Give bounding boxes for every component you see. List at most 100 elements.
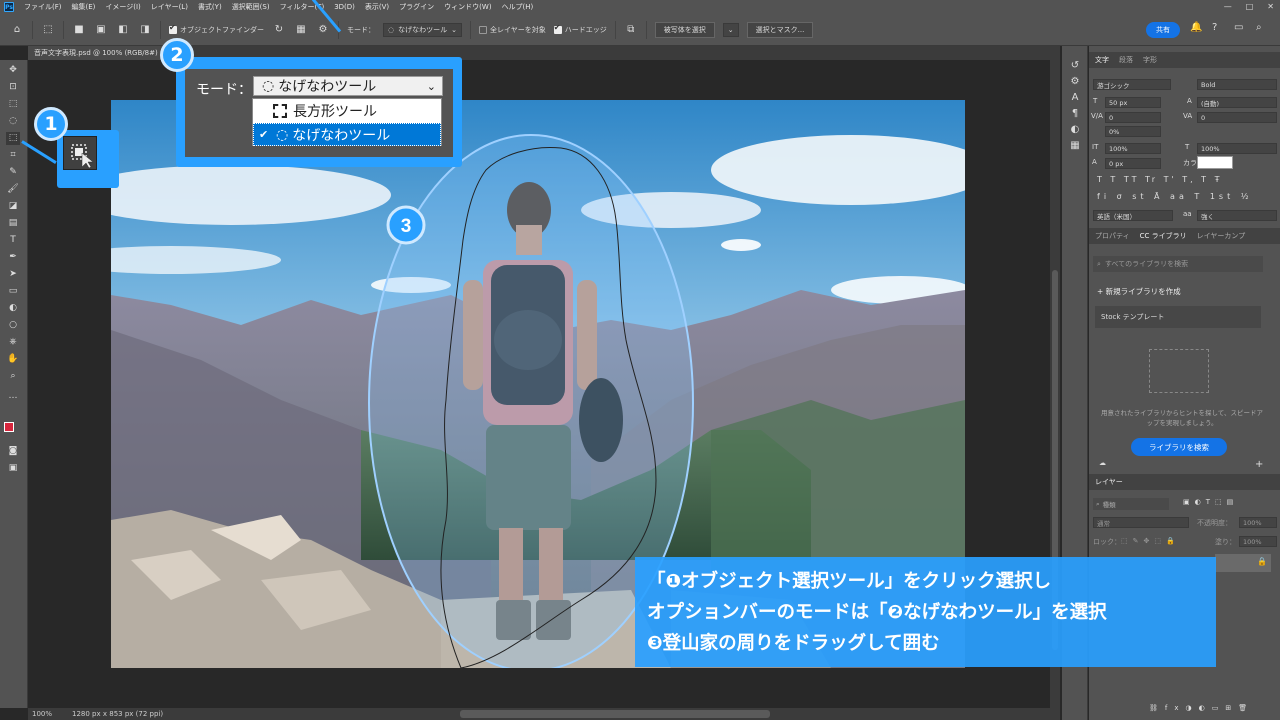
lasso-tool-icon[interactable]: ◌ — [6, 115, 20, 128]
gradient-tool-icon[interactable]: ▤ — [6, 217, 20, 230]
menu-image[interactable]: イメージ(I) — [105, 2, 140, 12]
mode-option-rectangle[interactable]: 長方形ツール — [253, 99, 441, 122]
type-tool-icon[interactable]: T — [6, 234, 20, 247]
horizontal-scrollbar[interactable] — [460, 710, 770, 718]
library-search-input[interactable]: ⌕ すべてのライブラリを検索 — [1093, 256, 1263, 272]
photoshop-logo-icon[interactable]: Ps — [4, 2, 14, 12]
opacity-field[interactable]: 100% — [1239, 517, 1277, 528]
properties-icon[interactable]: ⚙ — [1069, 76, 1081, 88]
more-tools-icon[interactable]: … — [6, 390, 20, 403]
layer-kind-filter[interactable]: ⌕ 種類 — [1093, 498, 1169, 510]
tab-character[interactable]: 文字 — [1095, 55, 1109, 65]
move-tool-icon[interactable]: ✥ — [6, 64, 20, 77]
mode-select-enlarged[interactable]: ◌ なげなわツール ⌄ — [253, 76, 443, 96]
layer-action-icons[interactable]: ⛓fx◑◐▭⊞🗑 — [1149, 704, 1254, 712]
select-subject-button[interactable]: 被写体を選択 — [654, 21, 715, 38]
paragraph-icon[interactable]: ¶ — [1069, 108, 1081, 120]
foreground-color-swatch[interactable] — [4, 422, 14, 432]
menu-help[interactable]: ヘルプ(H) — [502, 2, 534, 12]
overlay-icon[interactable]: ▦ — [294, 23, 308, 37]
menu-view[interactable]: 表示(V) — [365, 2, 389, 12]
new-library-button[interactable]: + 新規ライブラリを作成 — [1097, 286, 1181, 297]
help-icon[interactable]: ? — [1212, 22, 1217, 33]
share-button[interactable]: 共有 — [1146, 22, 1180, 38]
tsume-field[interactable]: 0% — [1105, 126, 1161, 137]
search-icon[interactable]: ⌕ — [1256, 22, 1262, 33]
add-selection-icon[interactable]: ▣ — [94, 23, 108, 37]
layer-filter-icons[interactable]: ▣◐T⬚▤ — [1183, 498, 1238, 506]
zoom-tool-icon[interactable]: ⌕ — [6, 370, 20, 383]
add-icon[interactable]: + — [1255, 459, 1263, 470]
maximize-icon[interactable]: □ — [1246, 2, 1254, 11]
baseline-field[interactable]: 0 px — [1105, 158, 1161, 169]
home-icon[interactable]: ⌂ — [10, 23, 24, 37]
bell-icon[interactable]: 🔔 — [1190, 22, 1202, 33]
all-layers-checkbox[interactable]: 全レイヤーを対象 — [478, 25, 546, 35]
opentype-buttons[interactable]: fi σ st Ā aa T 1st ½ — [1097, 192, 1253, 201]
crop-tool-icon[interactable]: ⌗ — [6, 149, 20, 162]
artboard-tool-icon[interactable]: ⊡ — [6, 81, 20, 94]
search-library-button[interactable]: ライブラリを検索 — [1131, 438, 1227, 456]
select-subject-dropdown[interactable]: ⌄ — [722, 22, 739, 37]
minimize-icon[interactable]: — — [1224, 2, 1232, 11]
select-and-mask-button[interactable]: 選択とマスク... — [746, 21, 814, 38]
menu-window[interactable]: ウィンドウ(W) — [444, 2, 491, 12]
hard-edge-checkbox[interactable]: ハードエッジ — [553, 23, 607, 35]
menu-plugins[interactable]: プラグイン — [399, 2, 434, 12]
intersect-selection-icon[interactable]: ◨ — [138, 23, 152, 37]
eraser-tool-icon[interactable]: ◪ — [6, 200, 20, 213]
tab-paragraph[interactable]: 段落 — [1119, 55, 1133, 65]
paint-bucket-tool-icon[interactable]: ◐ — [6, 302, 20, 315]
tracking-field[interactable]: 0 — [1197, 112, 1277, 123]
character-icon[interactable]: A — [1069, 92, 1081, 104]
eyedropper-tool-icon[interactable]: ✎ — [6, 166, 20, 179]
menu-file[interactable]: ファイル(F) — [24, 2, 62, 12]
document-tab[interactable]: 音声文字表現.psd @ 100% (RGB/8#) — [28, 46, 164, 60]
subtract-selection-icon[interactable]: ◧ — [116, 23, 130, 37]
fill-field[interactable]: 100% — [1239, 536, 1277, 547]
menu-select[interactable]: 選択範囲(S) — [232, 2, 270, 12]
vertical-scale-field[interactable]: 100% — [1105, 143, 1161, 154]
tab-cc-libraries[interactable]: CC ライブラリ — [1140, 231, 1187, 241]
refresh-icon[interactable]: ↻ — [272, 23, 286, 37]
font-style-dropdown[interactable]: Bold — [1197, 79, 1277, 90]
antialias-dropdown[interactable]: 強く — [1197, 210, 1277, 221]
mode-dropdown[interactable]: ◌ なげなわツール ⌄ — [383, 22, 462, 37]
hand-tool-icon[interactable]: ✋ — [6, 353, 20, 366]
menu-layer[interactable]: レイヤー(L) — [151, 2, 188, 12]
tab-layers[interactable]: レイヤー — [1095, 477, 1123, 487]
font-size-field[interactable]: 50 px — [1105, 97, 1161, 108]
quick-mask-icon[interactable]: ◙ — [6, 445, 20, 458]
leading-field[interactable]: (自動) — [1197, 97, 1277, 108]
marquee-tool-icon[interactable]: ⬚ — [6, 98, 20, 111]
menu-edit[interactable]: 編集(E) — [72, 2, 96, 12]
pen-tool-icon[interactable]: ✒ — [6, 251, 20, 264]
brush-tool-icon[interactable]: 🖌 — [6, 183, 20, 196]
text-style-buttons[interactable]: T T TT Tr T' T, T Ŧ — [1097, 175, 1223, 184]
tab-glyphs[interactable]: 字形 — [1143, 55, 1157, 65]
sample-all-icon[interactable]: ⧉ — [624, 23, 638, 37]
object-selection-tool-icon[interactable]: ⬚ — [6, 132, 20, 145]
mode-option-lasso[interactable]: ✔ ◌ なげなわツール — [253, 123, 441, 146]
tab-properties[interactable]: プロパティ — [1095, 231, 1130, 241]
menu-type[interactable]: 書式(Y) — [198, 2, 222, 12]
cloud-icon[interactable]: ☁ — [1099, 459, 1106, 467]
stamp-tool-icon[interactable]: ⎈ — [6, 336, 20, 349]
screen-mode-icon[interactable]: ▣ — [6, 462, 20, 475]
rectangle-tool-icon[interactable]: ▭ — [6, 285, 20, 298]
horizontal-scale-field[interactable]: 100% — [1197, 143, 1277, 154]
adjustments-icon[interactable]: ◐ — [1069, 124, 1081, 136]
tab-layer-comps[interactable]: レイヤーカンプ — [1197, 231, 1246, 241]
swatches-icon[interactable]: ▦ — [1069, 140, 1081, 152]
menu-3d[interactable]: 3D(D) — [334, 3, 355, 11]
tool-preset-icon[interactable]: ⬚ — [41, 23, 55, 37]
new-selection-icon[interactable]: ■ — [72, 23, 86, 37]
text-color-swatch[interactable] — [1197, 156, 1233, 169]
blend-mode-dropdown[interactable]: 通常 — [1093, 517, 1189, 528]
layer-row[interactable]: 🔒 — [1215, 554, 1271, 572]
language-dropdown[interactable]: 英語（米国） — [1093, 210, 1173, 221]
path-selection-tool-icon[interactable]: ➤ — [6, 268, 20, 281]
lock-icons[interactable]: ⬚✎✥⬚🔒 — [1121, 537, 1180, 545]
object-finder-checkbox[interactable]: オブジェクトファインダー — [169, 23, 264, 35]
workspace-icon[interactable]: ▭ — [1234, 22, 1243, 33]
